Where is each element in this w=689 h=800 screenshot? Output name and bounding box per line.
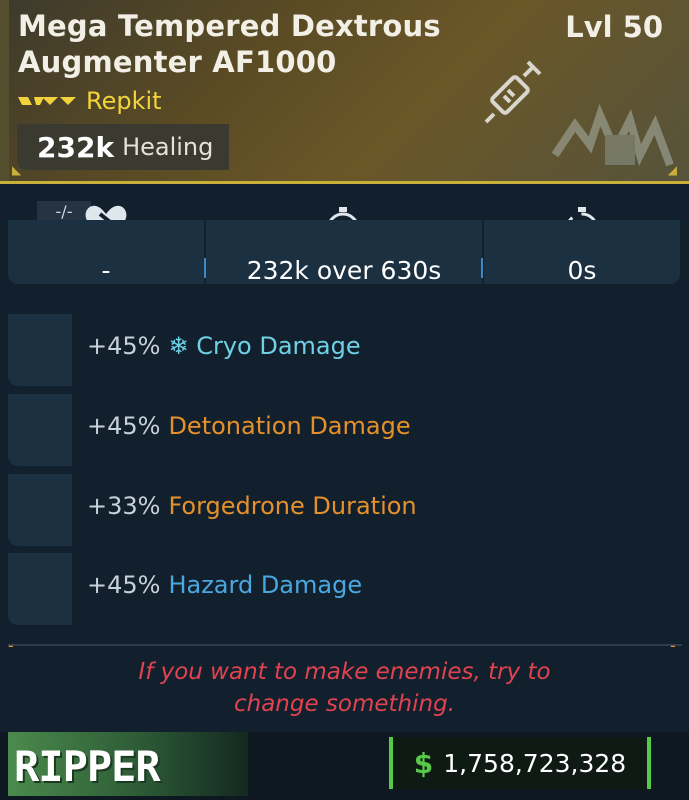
- rarity-row: Repkit: [18, 87, 162, 115]
- header-left-bar: [0, 0, 9, 181]
- price-value: 1,758,723,328: [443, 748, 627, 778]
- perk-name: Detonation Damage: [168, 412, 411, 440]
- perk-row: +45% Hazard Damage: [8, 553, 680, 625]
- perk-slot: [8, 394, 72, 466]
- stat-value-damage: -: [101, 256, 111, 285]
- perk-value: +45%: [87, 332, 161, 360]
- item-name: Mega Tempered Dextrous Augmenter AF1000: [18, 9, 441, 79]
- perk-row: +33% Forgedrone Duration: [8, 474, 680, 546]
- manufacturer-logo-icon: [551, 103, 674, 167]
- perk-text: +45% Detonation Damage: [87, 412, 411, 440]
- stat-value-regen: 232k over 630s: [246, 256, 442, 285]
- perk-text: +45% Hazard Damage: [87, 571, 362, 599]
- syringe-icon: [484, 60, 542, 124]
- rarity-chevrons-icon: [18, 97, 76, 105]
- price-box: $ 1,758,723,328: [389, 737, 651, 789]
- stat-separator: [481, 258, 483, 278]
- perk-name-label: Cryo Damage: [196, 332, 361, 360]
- currency-icon: $: [413, 746, 434, 780]
- corner-mark-left: ◣: [12, 163, 22, 177]
- perk-slot: [8, 314, 72, 386]
- flavor-text: If you want to make enemies, try to chan…: [0, 656, 689, 720]
- perk-row: +45% ❄ Cryo Damage: [8, 314, 680, 386]
- perk-name: Hazard Damage: [168, 571, 363, 599]
- main-stat-value: 232k: [37, 130, 115, 164]
- flavor-line: change something.: [233, 691, 456, 717]
- perk-row: +45% Detonation Damage: [8, 394, 680, 466]
- divider-tick: -: [670, 636, 676, 655]
- stat-value-cooldown: 0s: [567, 256, 597, 285]
- perk-value: +33%: [87, 492, 161, 520]
- perk-text: +45% ❄ Cryo Damage: [87, 332, 361, 360]
- item-level: Lvl 50: [565, 10, 663, 44]
- main-stat-label: Healing: [122, 133, 214, 161]
- perk-slot: [8, 474, 72, 546]
- flavor-line: If you want to make enemies, try to: [138, 659, 551, 685]
- stat-separator: [204, 258, 206, 278]
- perk-value: +45%: [87, 571, 161, 599]
- rarity-label: Repkit: [86, 87, 162, 115]
- perk-name: Forgedrone Duration: [168, 492, 417, 520]
- corner-mark-right: ◢: [667, 163, 677, 177]
- perk-name: ❄ Cryo Damage: [168, 332, 360, 360]
- item-header: Mega Tempered Dextrous Augmenter AF1000 …: [0, 0, 689, 184]
- perk-text: +33% Forgedrone Duration: [87, 492, 417, 520]
- main-stat-box: 232k Healing: [17, 124, 229, 170]
- perk-value: +45%: [87, 412, 161, 440]
- section-divider: [8, 644, 682, 646]
- manufacturer-name: RIPPER: [14, 742, 161, 791]
- divider-tick: -: [8, 636, 14, 655]
- snowflake-icon: ❄: [168, 332, 189, 360]
- perk-slot: [8, 553, 72, 625]
